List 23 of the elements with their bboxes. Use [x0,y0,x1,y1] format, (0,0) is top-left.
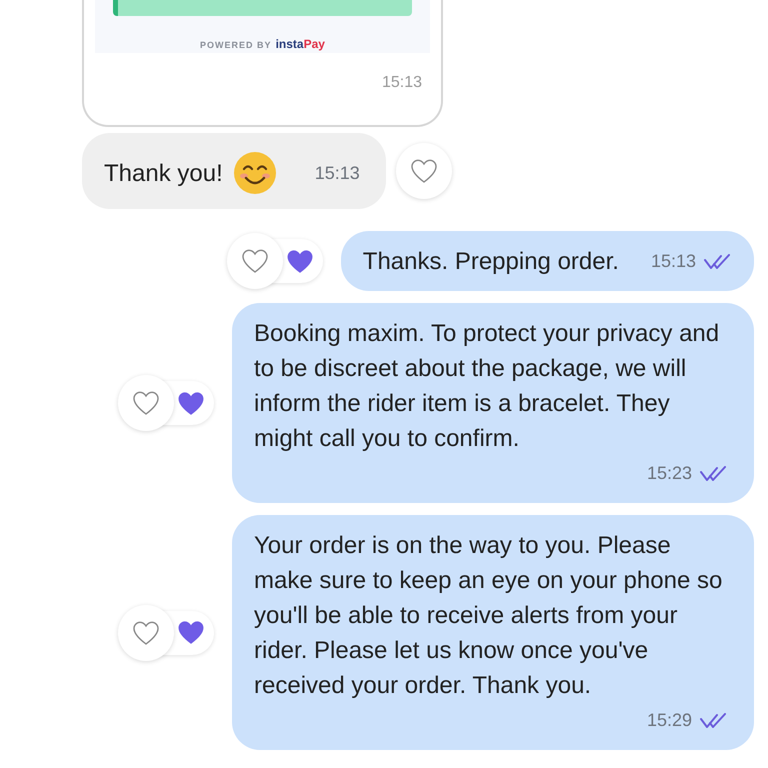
message-text: Booking maxim. To protect your privacy and to be discreet about the package, we will inform the rider item is a bracelet. They might call you to confirm. [254,319,720,454]
timestamp: 15:13 [382,73,422,93]
filled-heart-icon [176,390,206,416]
filled-heart-icon [176,619,206,646]
react-button[interactable] [118,604,174,660]
message-text: Your order is on the way to you. Please make sure to keep an eye on your phone so you'll be able to receive alerts from your rider. Please let us know once you've received your order. Thank you. [254,531,724,701]
brand-logo: instaPay [276,36,325,53]
react-button[interactable] [226,233,283,289]
message-text: Thank you! [104,158,223,188]
timestamp: 15:23 [646,462,692,485]
timestamp: 15:13 [650,250,696,273]
heart-icon [132,390,160,416]
timestamp: 15:13 [314,162,360,184]
react-button[interactable] [396,143,452,199]
react-button[interactable] [118,375,174,431]
heart-icon [410,158,438,184]
timestamp: 15:29 [646,709,692,732]
powered-by-label: POWERED BY [200,39,272,52]
heart-icon [132,620,160,646]
heart-icon [240,248,269,274]
filled-heart-icon [284,248,315,274]
smiley-icon [232,151,277,195]
message-text: Thanks. Prepping order. [362,247,619,277]
